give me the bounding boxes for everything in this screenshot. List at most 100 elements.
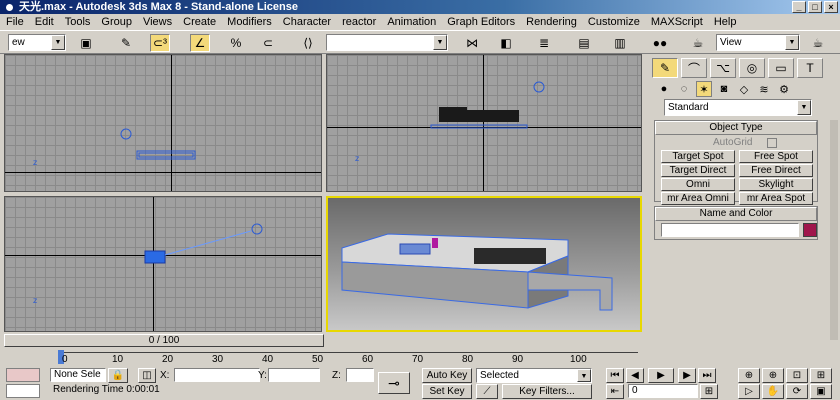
maximize-button[interactable]: □ — [808, 1, 822, 13]
z-coordinate-input[interactable] — [346, 368, 374, 382]
name-color-header[interactable]: Name and Color — [655, 207, 817, 221]
autogrid-checkbox[interactable] — [767, 138, 777, 148]
menu-customize[interactable]: Customize — [588, 16, 640, 28]
menu-rendering[interactable]: Rendering — [526, 16, 577, 28]
auto-key-button[interactable]: Auto Key — [422, 368, 472, 383]
key-filters-button[interactable]: Key Filters... — [502, 384, 592, 399]
selection-filter-dropdown[interactable]: ew ▼ — [8, 34, 66, 51]
maxscript-input[interactable] — [6, 384, 40, 398]
object-name-input[interactable] — [661, 223, 799, 237]
menu-views[interactable]: Views — [143, 16, 172, 28]
current-frame-input[interactable]: 0 — [628, 384, 698, 398]
mr-area-spot-button[interactable]: mr Area Spot — [739, 192, 813, 205]
object-color-swatch[interactable] — [803, 223, 817, 237]
pan-icon[interactable]: ✋ — [762, 384, 784, 399]
quick-render-icon[interactable]: ☕ — [808, 34, 828, 52]
create-tab-icon[interactable]: ✎ — [652, 58, 678, 78]
omni-button[interactable]: Omni — [661, 178, 735, 191]
menu-character[interactable]: Character — [283, 16, 331, 28]
maximize-viewport-icon[interactable]: ▣ — [810, 384, 832, 399]
go-to-end-icon[interactable]: ⏭ — [698, 368, 716, 383]
set-key-icon[interactable]: ⟋ — [476, 384, 498, 399]
zoom-extents-icon[interactable]: ⊡ — [786, 368, 808, 383]
systems-icon[interactable]: ⚙ — [776, 81, 792, 97]
free-direct-button[interactable]: Free Direct — [739, 164, 813, 177]
free-spot-button[interactable]: Free Spot — [739, 150, 813, 163]
viewport-front[interactable]: z — [326, 54, 642, 192]
curve-editor-icon[interactable]: ▤ — [574, 34, 594, 52]
hierarchy-tab-icon[interactable]: ⌥ — [710, 58, 736, 78]
named-selection-icon[interactable]: ⟨⟩ — [298, 34, 318, 52]
viewport-perspective[interactable] — [326, 196, 642, 332]
go-to-start-icon[interactable]: ⏮ — [606, 368, 624, 383]
y-coordinate-input[interactable] — [268, 368, 320, 382]
next-frame-icon[interactable]: ▶ — [678, 368, 696, 383]
key-mode-icon[interactable]: ⊸ — [378, 372, 410, 394]
menu-tools[interactable]: Tools — [65, 16, 91, 28]
maxscript-listener[interactable] — [6, 368, 40, 382]
geometry-icon[interactable]: ● — [656, 81, 672, 97]
transform-mode-icon[interactable]: ◫ — [138, 368, 156, 383]
play-icon[interactable]: ▶ — [648, 368, 674, 383]
menu-graph-editors[interactable]: Graph Editors — [447, 16, 515, 28]
close-button[interactable]: × — [824, 1, 838, 13]
target-direct-button[interactable]: Target Direct — [661, 164, 735, 177]
target-spot-button[interactable]: Target Spot — [661, 150, 735, 163]
category-dropdown[interactable]: Standard ▼ — [664, 99, 812, 116]
menu-animation[interactable]: Animation — [387, 16, 436, 28]
zoom-icon[interactable]: ⊕ — [738, 368, 760, 383]
zoom-all-icon[interactable]: ⊕ — [762, 368, 784, 383]
viewport-top[interactable]: z — [4, 54, 322, 192]
arc-rotate-icon[interactable]: ⟳ — [786, 384, 808, 399]
lock-selection-icon[interactable]: 🔒 — [108, 368, 128, 383]
object-type-header[interactable]: Object Type — [655, 121, 817, 135]
menu-maxscript[interactable]: MAXScript — [651, 16, 703, 28]
angle-snap-icon[interactable]: ∠ — [190, 34, 210, 52]
space-warps-icon[interactable]: ≋ — [756, 81, 772, 97]
menu-help[interactable]: Help — [714, 16, 737, 28]
zoom-extents-all-icon[interactable]: ⊞ — [810, 368, 832, 383]
command-panel-scrollbar[interactable] — [830, 120, 838, 340]
utilities-tab-icon[interactable]: T — [797, 58, 823, 78]
time-slider-thumb[interactable]: 0 / 100 — [4, 334, 324, 347]
render-view-dropdown[interactable]: View ▼ — [716, 34, 800, 51]
time-slider[interactable]: 0 / 100 — [4, 334, 644, 347]
key-mode-toggle-icon[interactable]: ⇤ — [606, 384, 624, 399]
lights-icon[interactable]: ✶ — [696, 81, 712, 97]
shapes-icon[interactable]: ◌ — [676, 81, 692, 97]
track-bar[interactable]: 0 10 20 30 40 50 60 70 80 90 100 — [4, 350, 644, 366]
percent-snap-icon[interactable]: % — [226, 34, 246, 52]
x-coordinate-input[interactable] — [174, 368, 260, 382]
motion-tab-icon[interactable]: ◎ — [739, 58, 765, 78]
schematic-view-icon[interactable]: ▥ — [610, 34, 630, 52]
skylight-button[interactable]: Skylight — [739, 178, 813, 191]
minimize-button[interactable]: _ — [792, 1, 806, 13]
spinner-snap-icon[interactable]: ⊂ — [258, 34, 278, 52]
viewport-left[interactable]: z — [4, 196, 322, 332]
previous-frame-icon[interactable]: ◀ — [626, 368, 644, 383]
menu-reactor[interactable]: reactor — [342, 16, 376, 28]
menu-create[interactable]: Create — [183, 16, 216, 28]
field-of-view-icon[interactable]: ▷ — [738, 384, 760, 399]
render-scene-icon[interactable]: ☕ — [688, 34, 708, 52]
menu-group[interactable]: Group — [101, 16, 132, 28]
align-icon[interactable]: ◧ — [496, 34, 516, 52]
material-editor-icon[interactable]: ●● — [650, 34, 670, 52]
named-selection-dropdown[interactable]: ▼ — [326, 34, 448, 51]
mr-area-omni-button[interactable]: mr Area Omni — [661, 192, 735, 205]
select-link-icon[interactable]: ✎ — [116, 34, 136, 52]
cameras-icon[interactable]: ◙ — [716, 81, 732, 97]
menu-edit[interactable]: Edit — [35, 16, 54, 28]
display-tab-icon[interactable]: ▭ — [768, 58, 794, 78]
mirror-icon[interactable]: ⋈ — [462, 34, 482, 52]
snap-3d-icon[interactable]: ⊂³ — [150, 34, 170, 52]
time-config-icon[interactable]: ⊞ — [700, 384, 718, 399]
select-object-icon[interactable]: ▣ — [76, 34, 96, 52]
layer-manager-icon[interactable]: ≣ — [534, 34, 554, 52]
menu-file[interactable]: File — [6, 16, 24, 28]
key-selection-dropdown[interactable]: Selected ▼ — [476, 368, 592, 383]
menu-modifiers[interactable]: Modifiers — [227, 16, 272, 28]
set-key-button[interactable]: Set Key — [422, 384, 472, 399]
helpers-icon[interactable]: ◇ — [736, 81, 752, 97]
track-bar-menu-icon[interactable] — [4, 350, 40, 364]
